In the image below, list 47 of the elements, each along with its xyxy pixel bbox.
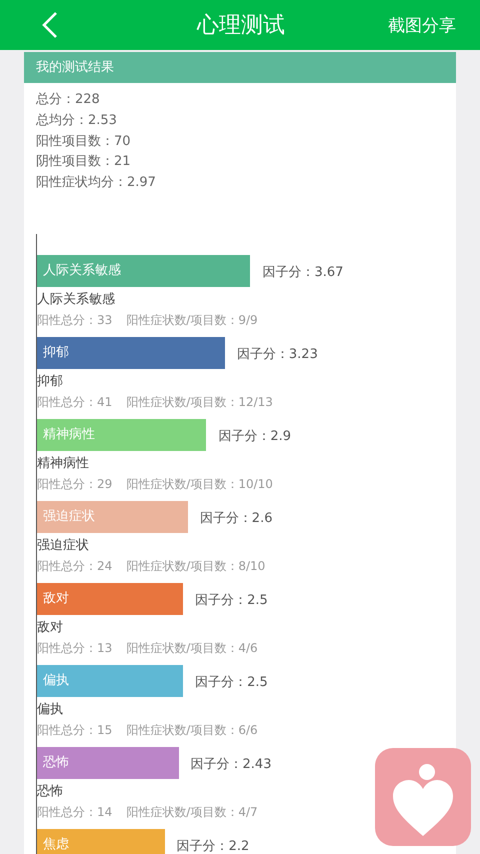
factor-score: 因子分：3.23 xyxy=(236,346,318,363)
factor-score: 因子分：2.5 xyxy=(195,592,268,609)
stat-line: 总均分：2.53 xyxy=(36,112,118,130)
positive-ratio: 阳性症状数/项目数：8/10 xyxy=(126,558,266,575)
positive-total: 阳性总分：41 xyxy=(37,394,112,411)
factor-bar: 恐怖 xyxy=(37,746,179,779)
screenshot-share-button[interactable]: 截图分享 xyxy=(388,14,456,36)
factor-name: 强迫症状 xyxy=(37,536,90,555)
back-icon[interactable] xyxy=(42,11,58,39)
stat-line: 阳性项目数：70 xyxy=(36,132,132,151)
factor-bar: 敌对 xyxy=(37,582,184,615)
factor-score: 因子分：2.6 xyxy=(200,510,272,527)
positive-total: 阳性总分：24 xyxy=(37,558,112,575)
factor-bar: 焦虑 xyxy=(37,828,165,854)
factor-score: 因子分：2.2 xyxy=(176,838,250,854)
stat-line: 阴性项目数：21 xyxy=(36,153,132,172)
factor-bar: 抑郁 xyxy=(37,336,225,369)
positive-ratio: 阳性症状数/项目数：6/6 xyxy=(126,722,258,739)
factor-bar: 人际关系敏感 xyxy=(37,254,250,287)
factor-score: 因子分：2.9 xyxy=(218,428,292,445)
factor-score: 因子分：3.67 xyxy=(262,264,344,281)
positive-total: 阳性总分：13 xyxy=(37,640,112,657)
card-header: 我的测试结果 xyxy=(24,52,456,83)
positive-total: 阳性总分：15 xyxy=(37,722,112,739)
page-title: 心理测试 xyxy=(196,12,286,40)
positive-ratio: 阳性症状数/项目数：4/7 xyxy=(126,804,258,821)
factor-bar: 强迫症状 xyxy=(37,500,188,533)
stat-line: 阳性症状均分：2.97 xyxy=(36,174,157,192)
factor-score: 因子分：2.43 xyxy=(190,756,272,773)
positive-ratio: 阳性症状数/项目数：10/10 xyxy=(126,476,273,493)
factor-name: 敌对 xyxy=(37,618,64,637)
factor-name: 精神病性 xyxy=(37,454,90,473)
stat-line: 总分：228 xyxy=(36,91,101,109)
factor-name: 抑郁 xyxy=(37,372,64,391)
factor-score: 因子分：2.5 xyxy=(195,674,268,691)
positive-ratio: 阳性症状数/项目数：9/9 xyxy=(126,312,258,329)
factor-name: 偏执 xyxy=(37,700,64,719)
factor-name: 人际关系敏感 xyxy=(37,290,116,309)
positive-ratio: 阳性症状数/项目数：12/13 xyxy=(126,394,273,411)
heart-logo-icon[interactable] xyxy=(375,748,471,846)
positive-total: 阳性总分：14 xyxy=(37,804,112,821)
positive-ratio: 阳性症状数/项目数：4/6 xyxy=(126,640,258,657)
factor-name: 恐怖 xyxy=(37,782,64,801)
factor-bar: 偏执 xyxy=(37,664,184,697)
factor-bar: 精神病性 xyxy=(37,418,206,451)
positive-total: 阳性总分：33 xyxy=(37,312,112,329)
positive-total: 阳性总分：29 xyxy=(37,476,112,493)
